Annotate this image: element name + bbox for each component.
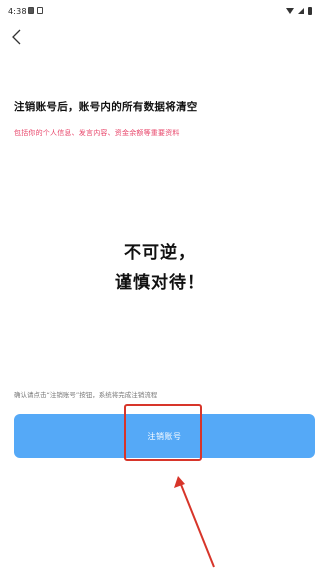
center-line-2: 谨慎对待！: [115, 273, 205, 293]
cancel-account-label: 注销账号: [147, 431, 182, 441]
signal-icon: [298, 8, 304, 14]
account-cancellation-screen: 4:38 注销账号后，账号内的所有数据将清空 包括你的个人信息、发言内容、资金余…: [0, 0, 320, 569]
annotation-arrow: [174, 476, 215, 568]
system-icons: [286, 7, 312, 15]
center-line-1: 不可逆，: [124, 243, 196, 263]
cancel-account-button[interactable]: 注销账号: [14, 414, 315, 458]
chevron-left-icon: [12, 29, 21, 45]
center-message: 不可逆， 谨慎对待！: [0, 238, 320, 298]
notification-icons: [28, 7, 43, 14]
back-button[interactable]: [8, 28, 26, 46]
status-bar: 4:38: [0, 0, 320, 22]
page-headline: 注销账号后，账号内的所有数据将清空: [14, 101, 198, 113]
status-time: 4:38: [8, 7, 27, 16]
confirm-note: 确认请点击“注销账号”按钮，系统将完成注销流程: [14, 391, 158, 399]
wifi-icon: [286, 8, 294, 14]
battery-icon: [308, 7, 312, 15]
notification-icon: [37, 7, 43, 14]
warning-text: 包括你的个人信息、发言内容、资金余额等重要资料: [14, 129, 180, 137]
notification-icon: [28, 7, 34, 14]
